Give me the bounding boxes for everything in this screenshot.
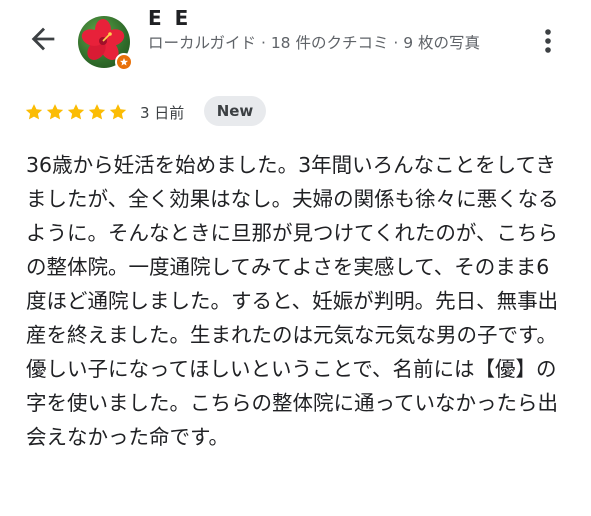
reviewer-name[interactable]: E E (148, 6, 191, 30)
star-icon (88, 104, 106, 120)
local-guide-badge-icon (115, 53, 133, 71)
review-text: 36歳から妊活を始めました。3年間いろんなことをしてきましたが、全く効果はなし。… (26, 153, 559, 449)
star-icon (109, 104, 127, 120)
new-badge: New (204, 96, 266, 126)
reviewer-meta: ローカルガイド · 18 件のクチコミ · 9 枚の写真 (148, 34, 481, 52)
star-icon (46, 104, 64, 120)
star-icon (67, 104, 85, 120)
more-vert-icon (545, 29, 551, 53)
arrow-back-icon (31, 27, 55, 51)
reviewer-header: E E ローカルガイド · 18 件のクチコミ · 9 枚の写真 (0, 0, 591, 92)
back-button[interactable] (26, 22, 60, 56)
more-options-button[interactable] (535, 26, 561, 56)
rating-row: 3 日前 New (24, 96, 584, 128)
star-rating (24, 102, 129, 122)
review-date: 3 日前 (140, 104, 185, 122)
star-icon (25, 104, 43, 120)
avatar[interactable] (78, 16, 133, 71)
